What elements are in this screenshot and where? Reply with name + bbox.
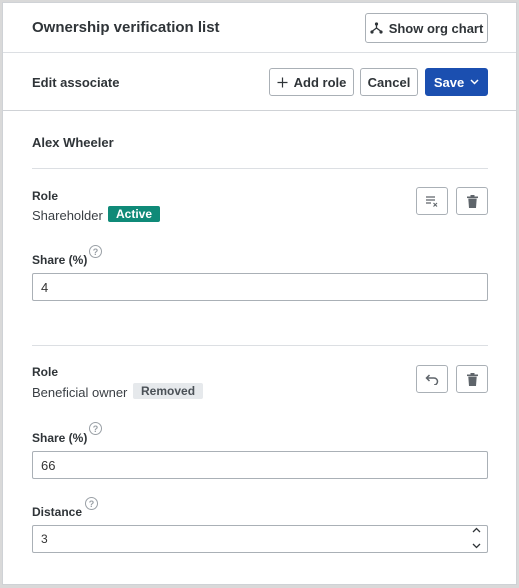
help-icon[interactable]: ?: [89, 245, 102, 258]
distance-label: Distance: [32, 505, 83, 519]
show-org-chart-button[interactable]: Show org chart: [365, 13, 488, 43]
add-role-button[interactable]: Add role: [269, 68, 354, 96]
delete-role-button[interactable]: [456, 365, 488, 393]
undo-role-button[interactable]: [416, 365, 448, 393]
add-role-label: Add role: [293, 74, 347, 90]
distance-field: [32, 525, 488, 553]
chevron-down-icon: [470, 79, 479, 85]
share-input[interactable]: [32, 273, 488, 301]
cancel-label: Cancel: [367, 74, 411, 90]
plus-icon: [277, 77, 288, 87]
page-header: Ownership verification list Show org cha…: [3, 3, 516, 53]
org-chart-icon: [370, 22, 383, 34]
clear-format-icon: [426, 196, 438, 207]
status-badge-active: Active: [108, 206, 161, 222]
cancel-button[interactable]: Cancel: [360, 68, 418, 96]
chevron-down-icon[interactable]: [472, 543, 481, 549]
role-type: Shareholder: [32, 208, 103, 223]
distance-input[interactable]: [32, 525, 488, 553]
help-icon[interactable]: ?: [85, 497, 98, 510]
edit-toolbar: Edit associate Add role Cancel Save: [3, 53, 516, 111]
clear-role-button[interactable]: [416, 187, 448, 215]
trash-icon: [466, 372, 478, 386]
share-label: Share (%): [32, 253, 88, 267]
divider: [32, 168, 488, 169]
trash-icon: [466, 194, 478, 208]
edit-associate-title: Edit associate: [32, 75, 120, 90]
role-heading: Role: [32, 365, 59, 379]
distance-stepper[interactable]: [470, 527, 482, 549]
role-type: Beneficial owner: [32, 385, 128, 400]
edit-associate-panel: Ownership verification list Show org cha…: [2, 2, 517, 585]
role-heading: Role: [32, 189, 59, 203]
divider: [32, 345, 488, 346]
associate-name: Alex Wheeler: [32, 135, 114, 150]
share-input[interactable]: [32, 451, 488, 479]
delete-role-button[interactable]: [456, 187, 488, 215]
help-icon[interactable]: ?: [89, 422, 102, 435]
save-label: Save: [433, 74, 465, 90]
share-label: Share (%): [32, 431, 88, 445]
status-badge-removed: Removed: [133, 383, 204, 399]
undo-icon: [425, 373, 439, 385]
chevron-up-icon[interactable]: [472, 527, 481, 533]
page-title: Ownership verification list: [32, 19, 220, 36]
show-org-chart-label: Show org chart: [388, 20, 484, 36]
save-button[interactable]: Save: [425, 68, 488, 96]
